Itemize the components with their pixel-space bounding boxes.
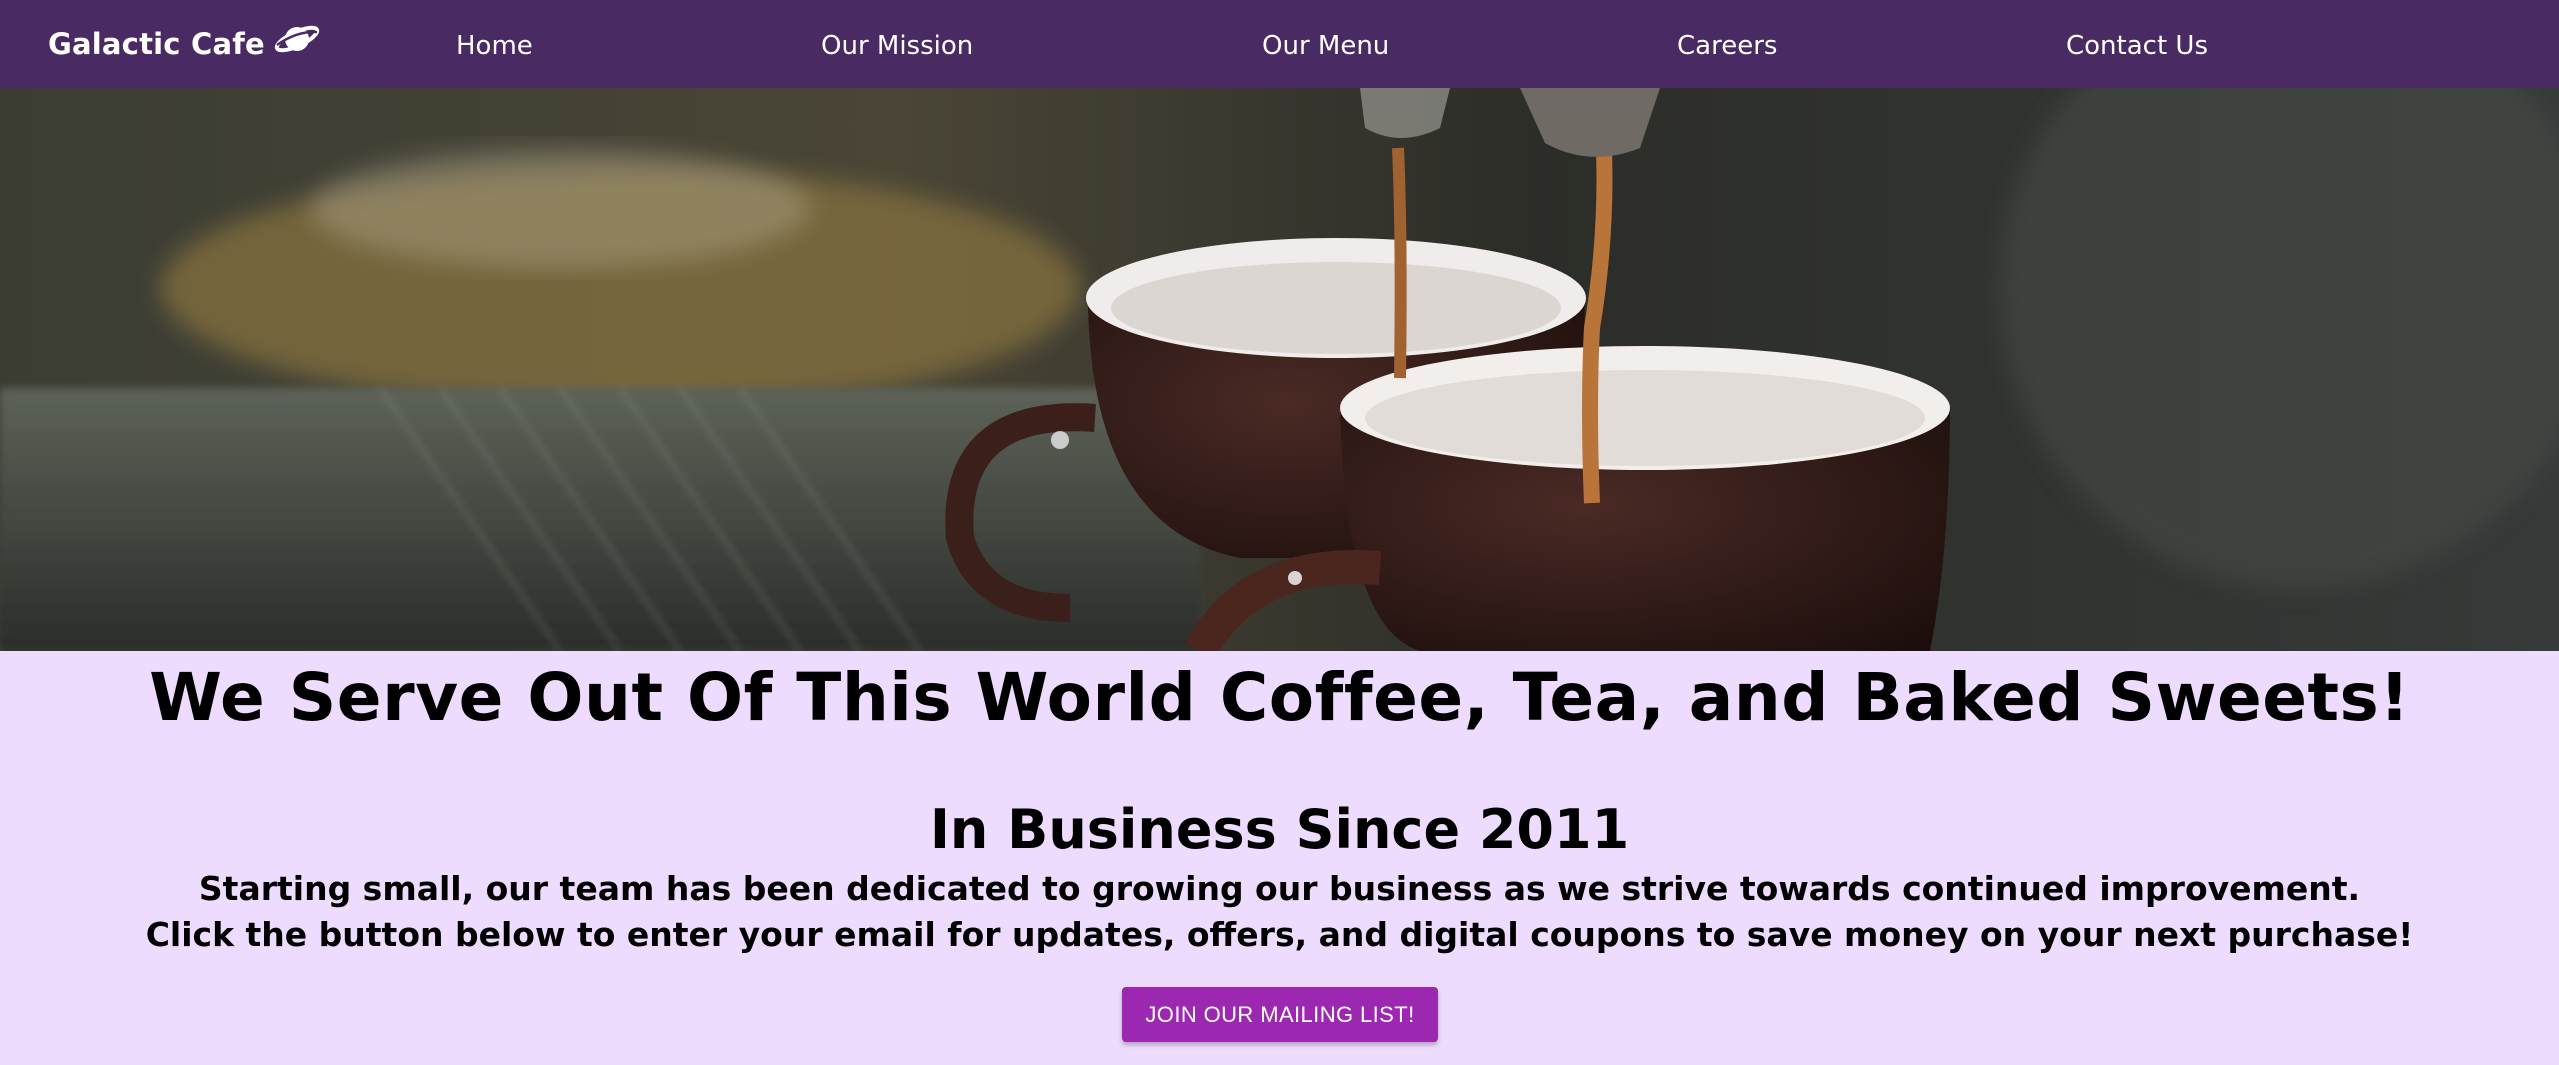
brand-logo-link[interactable]: Galactic Cafe <box>48 24 321 64</box>
nav-link-our-mission[interactable]: Our Mission <box>821 30 973 62</box>
navbar: Galactic Cafe Home Our Mission Our Menu … <box>0 0 2559 88</box>
nav-link-careers[interactable]: Careers <box>1677 30 1777 62</box>
business-since-heading: In Business Since 2011 <box>929 798 1630 861</box>
nav-link-our-menu[interactable]: Our Menu <box>1262 30 1389 62</box>
planet-icon <box>274 25 320 53</box>
page-headline: We Serve Out Of This World Coffee, Tea, … <box>149 659 2410 736</box>
join-mailing-list-button[interactable]: JOIN OUR MAILING LIST! <box>1122 987 1438 1042</box>
nav-link-home[interactable]: Home <box>456 30 533 62</box>
intro-paragraph-line-1: Starting small, our team has been dedica… <box>198 869 2361 908</box>
brand-name: Galactic Cafe <box>48 27 265 61</box>
coffee-cups-photo <box>0 88 2559 651</box>
nav-link-contact-us[interactable]: Contact Us <box>2066 30 2208 62</box>
intro-paragraph-line-2: Click the button below to enter your ema… <box>145 915 2414 954</box>
hero-image <box>0 88 2559 651</box>
